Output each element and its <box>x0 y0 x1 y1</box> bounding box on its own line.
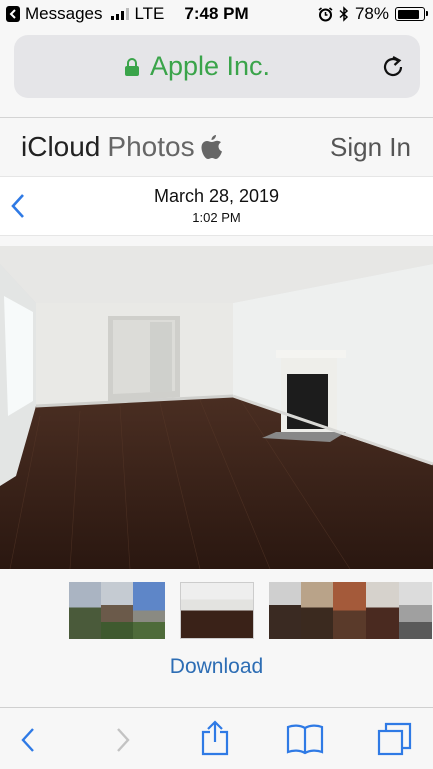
photo-time: 1:02 PM <box>192 210 241 225</box>
status-right: 78% <box>318 4 428 24</box>
sign-in-link[interactable]: Sign In <box>330 132 411 163</box>
apple-logo-icon <box>201 135 222 159</box>
thumbnail-selected[interactable] <box>180 582 254 639</box>
brand-secondary: Photos <box>107 131 195 162</box>
download-link[interactable]: Download <box>170 655 263 678</box>
battery-percent: 78% <box>354 4 389 23</box>
room-photo-image <box>0 246 433 569</box>
forward-icon[interactable] <box>113 726 133 754</box>
lock-icon <box>124 57 139 76</box>
alarm-icon <box>318 6 333 21</box>
back-icon[interactable] <box>18 726 38 754</box>
site-name[interactable]: Apple Inc. <box>150 51 270 82</box>
tabs-icon[interactable] <box>377 722 413 756</box>
thumbnail[interactable] <box>133 582 165 639</box>
thumbnail-strip <box>0 582 433 639</box>
share-icon[interactable] <box>200 720 230 756</box>
bookmarks-icon[interactable] <box>286 723 324 755</box>
battery-icon <box>395 7 428 21</box>
reload-icon[interactable] <box>380 54 406 80</box>
photo-date-header: March 28, 2019 1:02 PM <box>0 176 433 236</box>
browser-toolbar <box>0 707 433 769</box>
address-bar[interactable]: Apple Inc. <box>14 35 420 98</box>
thumbnail[interactable] <box>301 582 333 639</box>
photo-date: March 28, 2019 <box>153 186 280 206</box>
thumbnail[interactable] <box>69 582 101 639</box>
thumbnail[interactable] <box>366 582 399 639</box>
thumbnail[interactable] <box>399 582 432 639</box>
status-bar: Messages LTE 7:48 PM 78% <box>0 0 433 28</box>
icloud-header: iCloud Photos Sign In <box>0 118 433 176</box>
download-row: Download <box>0 655 433 679</box>
address-bar-content[interactable]: Apple Inc. <box>14 35 380 98</box>
bluetooth-icon <box>339 6 349 22</box>
brand-primary: iCloud <box>21 131 101 162</box>
thumbnail[interactable] <box>333 582 366 639</box>
main-photo[interactable] <box>0 246 433 569</box>
thumbnail[interactable] <box>269 582 301 639</box>
thumbnail[interactable] <box>101 582 133 639</box>
brand-title: iCloud Photos <box>21 131 223 163</box>
